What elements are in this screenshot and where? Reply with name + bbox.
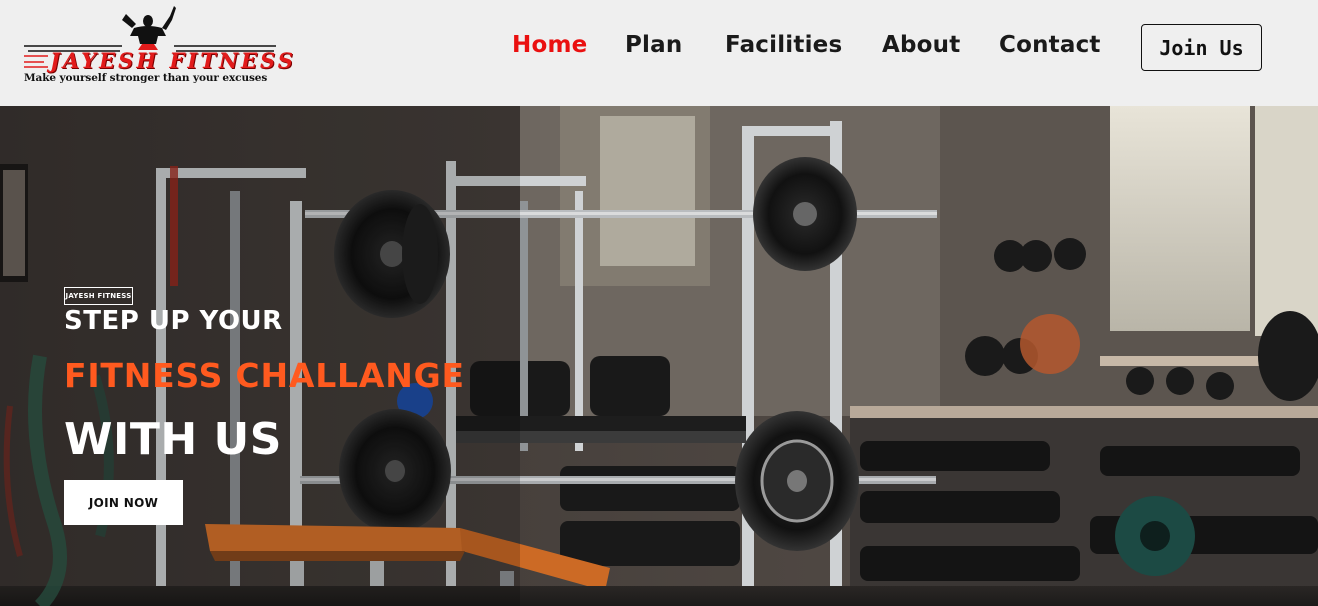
nav-plan[interactable]: Plan [625, 32, 682, 58]
hero-headline-line-3: WITH US [64, 414, 282, 465]
hero-headline-line-1: STEP UP YOUR [64, 306, 283, 336]
nav-facilities[interactable]: Facilities [725, 32, 842, 58]
site-header: JAYESH FITNESS Make yourself stronger th… [0, 0, 1318, 106]
nav-contact[interactable]: Contact [999, 32, 1101, 58]
hero-badge: JAYESH FITNESS [64, 287, 133, 305]
hero-headline-line-2: FITNESS CHALLANGE [64, 356, 465, 395]
brand-tagline: Make yourself stronger than your excuses [24, 72, 268, 84]
nav-home[interactable]: Home [512, 32, 587, 58]
brand-name: JAYESH FITNESS [50, 48, 296, 73]
join-us-button[interactable]: Join Us [1141, 24, 1262, 71]
hero-section: JAYESH FITNESS STEP UP YOUR FITNESS CHAL… [0, 106, 1318, 606]
nav-about[interactable]: About [882, 32, 960, 58]
brand-logo[interactable]: JAYESH FITNESS Make yourself stronger th… [24, 6, 293, 90]
join-now-button[interactable]: JOIN NOW [64, 480, 183, 525]
